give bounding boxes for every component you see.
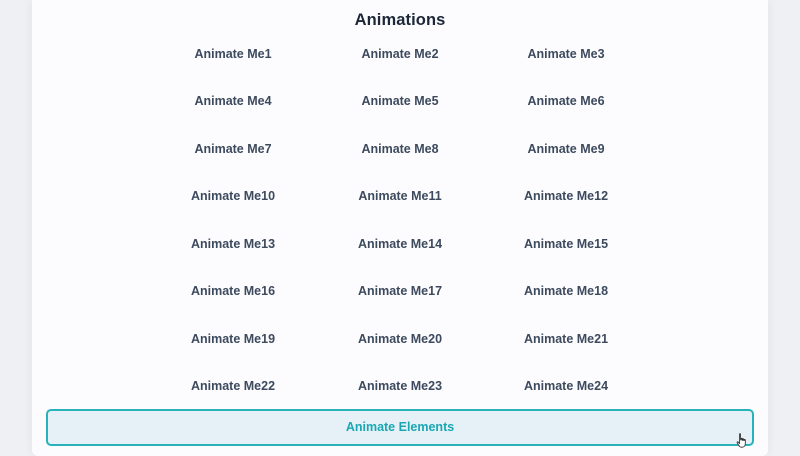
animate-elements-button[interactable]: Animate Elements <box>46 409 754 446</box>
animate-item: Animate Me13 <box>190 237 276 251</box>
animations-card: Animations Animate Me1 Animate Me2 Animate… <box>32 0 768 456</box>
animate-item: Animate Me1 <box>194 47 272 61</box>
animate-item: Animate Me15 <box>523 237 609 251</box>
animate-item: Animate Me20 <box>357 332 443 346</box>
animate-item: Animate Me5 <box>361 94 439 108</box>
animate-item: Animate Me6 <box>527 94 605 108</box>
animate-item: Animate Me16 <box>190 284 276 298</box>
animate-item: Animate Me9 <box>527 142 605 156</box>
pointer-hand-cursor-icon <box>736 433 748 449</box>
animate-item: Animate Me22 <box>190 379 276 393</box>
animate-item: Animate Me8 <box>361 142 439 156</box>
animate-item: Animate Me24 <box>523 379 609 393</box>
animate-item: Animate Me7 <box>194 142 272 156</box>
animate-item: Animate Me18 <box>523 284 609 298</box>
animate-item: Animate Me23 <box>357 379 443 393</box>
animate-item: Animate Me10 <box>190 189 276 203</box>
animate-item: Animate Me21 <box>523 332 609 346</box>
animate-item: Animate Me2 <box>361 47 439 61</box>
animate-item: Animate Me14 <box>357 237 443 251</box>
animate-item: Animate Me3 <box>527 47 605 61</box>
animate-items-grid: Animate Me1 Animate Me2 Animate Me3 Animate… <box>32 0 768 400</box>
animate-item: Animate Me17 <box>357 284 443 298</box>
animate-item: Animate Me12 <box>523 189 609 203</box>
animate-item: Animate Me19 <box>190 332 276 346</box>
animate-item: Animate Me4 <box>194 94 272 108</box>
animate-item: Animate Me11 <box>358 189 442 203</box>
